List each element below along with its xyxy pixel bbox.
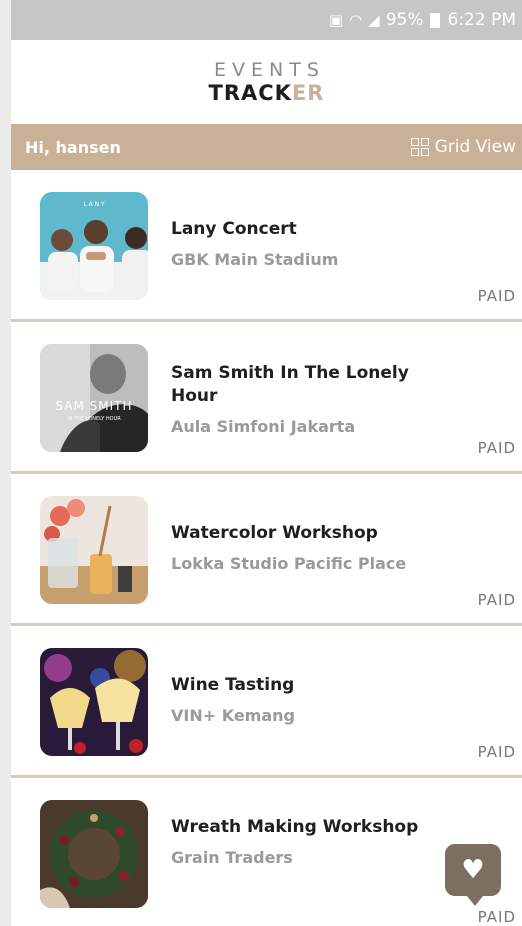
app-header: EVENTS TRACKER <box>11 40 522 124</box>
event-row[interactable]: Wine Tasting VIN+ Kemang PAID <box>11 626 522 778</box>
phone-screen: ▣ ◠ ◢ 95% 6:22 PM EVENTS TRACKER Hi, han… <box>11 0 522 926</box>
clock: 6:22 PM <box>447 10 517 30</box>
event-info: Lany Concert GBK Main Stadium <box>171 218 441 271</box>
event-info: Wreath Making Workshop Grain Traders <box>171 816 441 869</box>
event-row[interactable]: SAM SMITH IN THE LONELY HOUR Sam Smith I… <box>11 322 522 474</box>
event-info: Sam Smith In The Lonely Hour Aula Simfon… <box>171 362 441 438</box>
notification-icon: ▣ <box>328 11 344 29</box>
event-venue: Aula Simfoni Jakarta <box>171 417 356 436</box>
event-list: L A N Y Lany Concert GBK Main Stadium PA… <box>11 170 522 926</box>
logo-accent: ER <box>291 81 325 105</box>
payment-status: PAID <box>477 439 516 457</box>
thumb-caption: L A N Y <box>83 201 105 208</box>
event-thumbnail <box>40 496 148 604</box>
event-info: Wine Tasting VIN+ Kemang <box>171 674 441 727</box>
event-row[interactable]: Watercolor Workshop Lokka Studio Pacific… <box>11 474 522 626</box>
thumb-subcaption: IN THE LONELY HOUR <box>67 416 121 422</box>
event-thumbnail <box>40 800 148 908</box>
heart-icon: ♥ <box>461 855 485 885</box>
event-thumbnail: L A N Y <box>40 192 148 300</box>
grid-view-button[interactable]: Grid View <box>410 137 516 157</box>
status-bar: ▣ ◠ ◢ 95% 6:22 PM <box>11 0 522 40</box>
event-venue: GBK Main Stadium <box>171 250 339 269</box>
payment-status: PAID <box>477 591 516 609</box>
event-info: Watercolor Workshop Lokka Studio Pacific… <box>171 522 441 575</box>
grid-view-label: Grid View <box>434 137 516 157</box>
event-venue: Grain Traders <box>171 848 293 867</box>
event-venue: VIN+ Kemang <box>171 706 295 725</box>
event-row[interactable]: L A N Y Lany Concert GBK Main Stadium PA… <box>11 170 522 322</box>
battery-percent: 95% <box>385 10 424 30</box>
payment-status: PAID <box>477 287 516 305</box>
favorite-chat-button[interactable]: ♥ <box>445 844 501 906</box>
logo-main: TRACK <box>208 81 292 105</box>
thumb-caption: SAM SMITH <box>55 399 132 413</box>
event-title: Wreath Making Workshop <box>171 817 419 837</box>
event-venue: Lokka Studio Pacific Place <box>171 554 407 573</box>
greeting-text: Hi, hansen <box>25 137 121 157</box>
wifi-icon: ◠ <box>349 11 363 29</box>
battery-icon <box>429 12 440 28</box>
grid-icon <box>410 138 429 156</box>
event-title: Lany Concert <box>171 219 297 239</box>
greeting-bar: Hi, hansen Grid View <box>11 124 522 170</box>
signal-icon: ◢ <box>368 11 380 29</box>
event-title: Wine Tasting <box>171 675 295 695</box>
event-title: Watercolor Workshop <box>171 523 378 543</box>
logo-line-1: EVENTS <box>214 59 325 81</box>
event-thumbnail: SAM SMITH IN THE LONELY HOUR <box>40 344 148 452</box>
logo-line-2: TRACKER <box>209 81 325 105</box>
event-title: Sam Smith In The Lonely Hour <box>171 363 409 406</box>
event-thumbnail <box>40 648 148 756</box>
payment-status: PAID <box>477 908 516 926</box>
payment-status: PAID <box>477 743 516 761</box>
